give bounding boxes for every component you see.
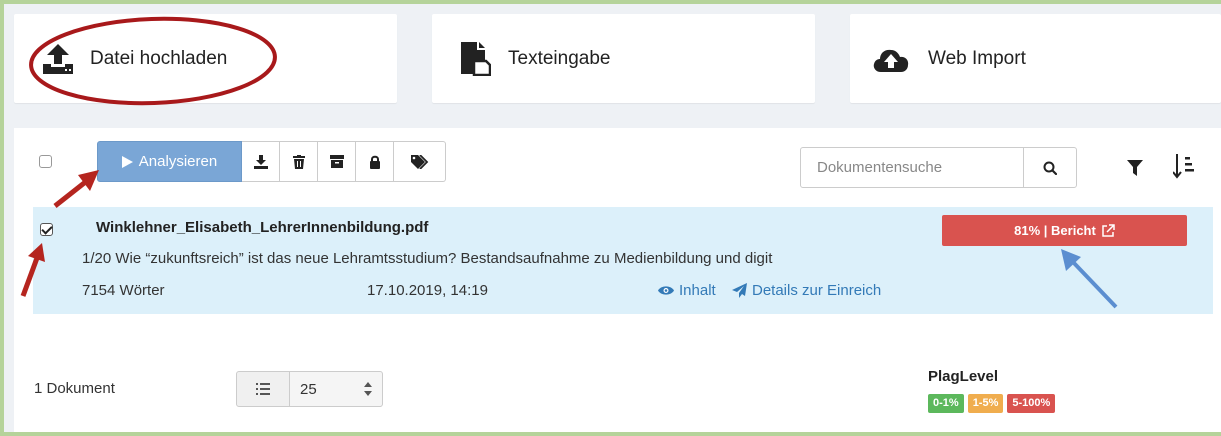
content-link-label: Inhalt <box>679 282 716 299</box>
lock-icon <box>369 155 380 169</box>
trash-icon <box>292 154 305 169</box>
submission-details-link[interactable]: Details zur Einreich <box>732 282 881 299</box>
archive-button[interactable] <box>318 141 356 182</box>
file-text-icon <box>461 42 491 76</box>
upload-file-label: Datei hochladen <box>90 47 228 69</box>
web-import-label: Web Import <box>928 47 1026 69</box>
page-size-value: 25 <box>300 380 317 398</box>
report-label: 81% | Bericht <box>1014 223 1096 238</box>
document-description: 1/20 Wie “zukunftsreich” ist das neue Le… <box>82 250 773 267</box>
document-filename[interactable]: Winklehner_Elisabeth_LehrerInnenbildung.… <box>96 219 428 236</box>
web-import-card[interactable]: Web Import <box>850 14 1221 103</box>
tags-button[interactable] <box>394 141 446 182</box>
page-size-toggle[interactable] <box>236 371 290 407</box>
eye-icon <box>658 286 674 295</box>
report-button[interactable]: 81% | Bericht <box>942 215 1187 246</box>
content-link[interactable]: Inhalt <box>658 282 716 299</box>
delete-button[interactable] <box>280 141 318 182</box>
filter-icon[interactable] <box>1127 160 1143 177</box>
document-word-count: 7154 Wörter <box>82 282 165 299</box>
document-checkbox[interactable] <box>40 223 53 236</box>
download-icon <box>253 154 268 169</box>
upload-file-card[interactable]: Datei hochladen <box>14 14 397 103</box>
analyze-label: Analysieren <box>138 153 218 170</box>
document-date: 17.10.2019, 14:19 <box>367 282 488 299</box>
analyze-button[interactable]: Analysieren <box>97 141 242 182</box>
tags-icon <box>410 154 428 169</box>
select-arrows-icon <box>364 382 372 396</box>
cloud-upload-icon <box>873 49 909 72</box>
sort-icon[interactable] <box>1173 154 1195 180</box>
external-link-icon <box>1102 224 1115 237</box>
list-icon <box>256 382 270 395</box>
plag-level-title: PlagLevel <box>928 368 999 385</box>
plag-level-legend: 0-1% 1-5% 5-100% <box>928 394 1056 413</box>
plag-badge-medium: 1-5% <box>967 394 1004 413</box>
search-button[interactable] <box>1023 147 1077 188</box>
document-toolbar: Analysieren <box>97 141 446 182</box>
text-input-label: Texteingabe <box>508 47 611 69</box>
search-icon <box>1043 161 1057 175</box>
plag-badge-high: 5-100% <box>1007 394 1056 413</box>
download-button[interactable] <box>242 141 280 182</box>
send-icon <box>732 283 747 298</box>
document-count: 1 Dokument <box>34 380 115 397</box>
lock-button[interactable] <box>356 141 394 182</box>
play-icon <box>121 155 133 168</box>
text-input-card[interactable]: Texteingabe <box>432 14 815 103</box>
submission-details-label: Details zur Einreich <box>752 282 882 299</box>
select-all-checkbox[interactable] <box>39 155 52 168</box>
archive-icon <box>329 155 344 168</box>
plag-badge-low: 0-1% <box>928 394 964 413</box>
page-size-select[interactable]: 25 <box>290 371 383 407</box>
document-search-input[interactable] <box>800 147 1024 188</box>
upload-tray-icon <box>43 44 73 74</box>
